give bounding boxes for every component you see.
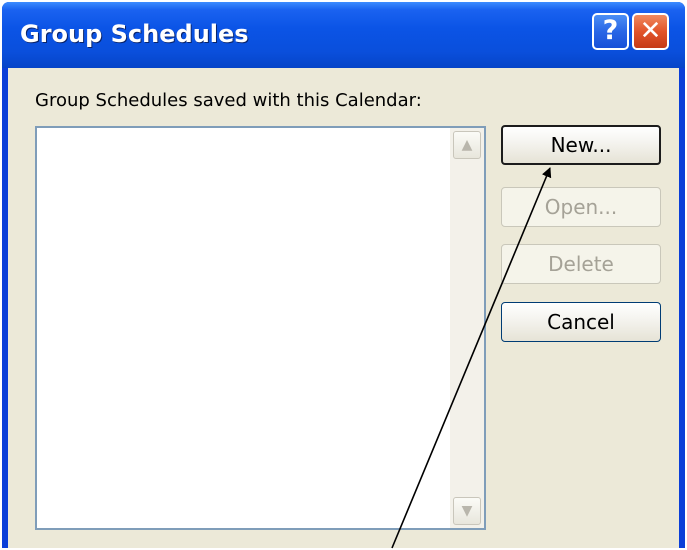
vertical-scrollbar[interactable]: ▲ ▼ (450, 128, 484, 528)
cancel-button[interactable]: Cancel (501, 302, 661, 342)
chevron-up-icon: ▲ (461, 137, 473, 153)
scroll-up-button[interactable]: ▲ (453, 131, 481, 159)
delete-button[interactable]: Delete (501, 244, 661, 284)
question-mark-icon: ? (602, 15, 619, 46)
new-button[interactable]: New... (501, 125, 661, 165)
close-icon: ✕ (639, 16, 662, 46)
title-bar[interactable]: Group Schedules ? ✕ (2, 2, 685, 68)
close-button[interactable]: ✕ (632, 13, 669, 50)
window-title: Group Schedules (20, 20, 249, 48)
dialog-window: Group Schedules ? ✕ Group Schedules save… (2, 2, 685, 548)
scroll-down-button[interactable]: ▼ (453, 497, 481, 525)
chevron-down-icon: ▼ (461, 503, 473, 519)
group-schedules-list[interactable]: ▲ ▼ (35, 126, 486, 530)
dialog-body: Group Schedules saved with this Calendar… (8, 68, 679, 548)
list-caption: Group Schedules saved with this Calendar… (35, 90, 422, 111)
open-button[interactable]: Open... (501, 187, 661, 227)
help-button[interactable]: ? (592, 13, 629, 50)
